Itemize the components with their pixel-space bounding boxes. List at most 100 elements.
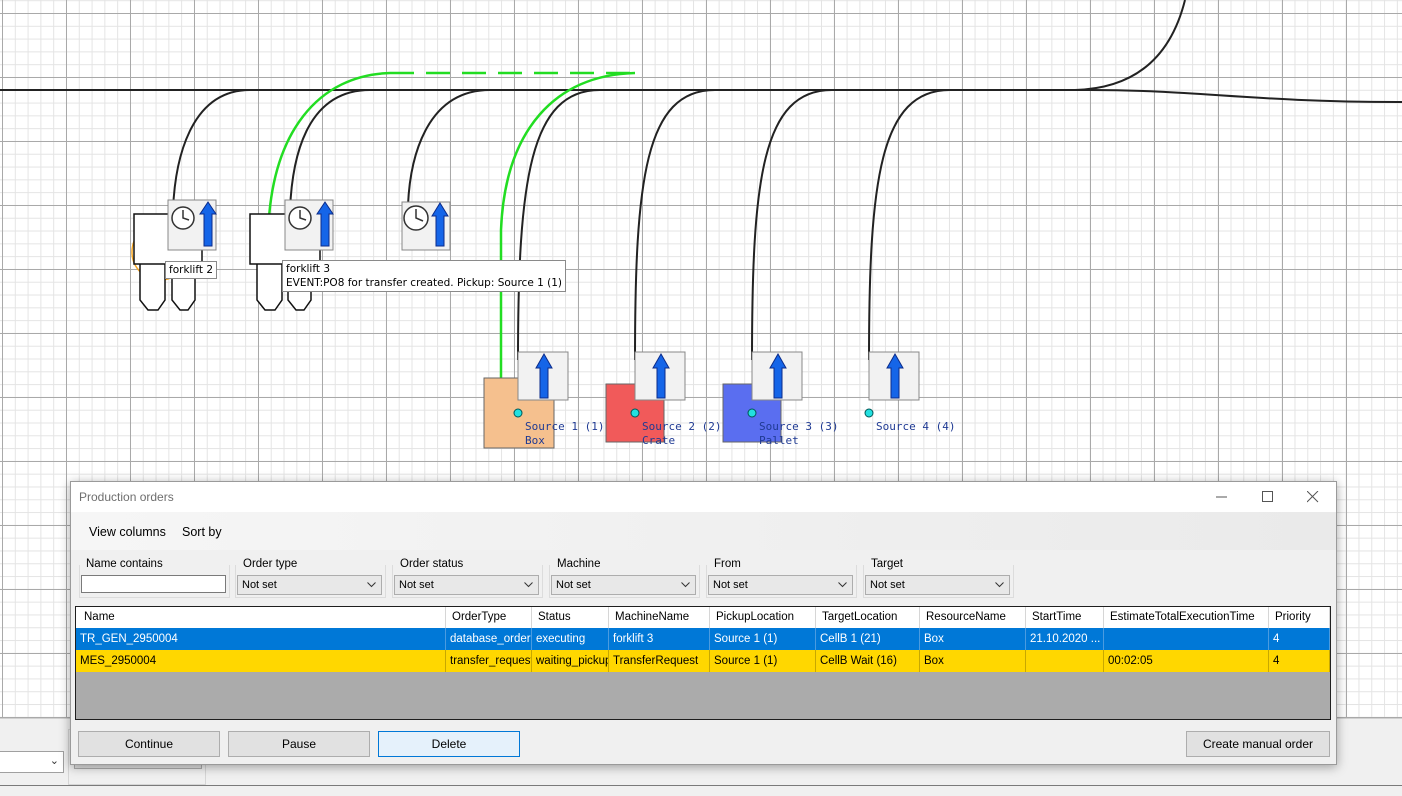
- track-branch-station: [407, 89, 515, 206]
- column-header[interactable]: EstimateTotalExecutionTime: [1104, 607, 1269, 629]
- table-cell: [1104, 628, 1269, 650]
- target-value: Not set: [870, 579, 905, 591]
- table-cell: Source 1 (1): [710, 628, 816, 650]
- table-cell: forklift 3: [609, 628, 710, 650]
- order-status-select[interactable]: Not set: [394, 575, 539, 595]
- source-1-resource: Box: [525, 434, 545, 447]
- chevron-down-icon: ⌄: [49, 755, 59, 767]
- forklift-3[interactable]: [249, 199, 334, 311]
- minimize-icon: [1216, 496, 1227, 498]
- dialog-titlebar[interactable]: Production orders: [71, 482, 1336, 512]
- track-branch-source-3: [751, 89, 868, 361]
- column-header[interactable]: Name: [76, 607, 446, 629]
- column-header[interactable]: MachineName: [609, 607, 710, 629]
- target-select[interactable]: Not set: [865, 575, 1010, 595]
- table-cell: database_order: [446, 628, 532, 650]
- table-cell: 4: [1269, 628, 1330, 650]
- forklift-2-label: forklift 2: [165, 261, 217, 279]
- column-header[interactable]: OrderType: [446, 607, 532, 629]
- close-button[interactable]: [1290, 482, 1336, 512]
- chevron-down-icon: [838, 582, 847, 588]
- table-cell: 4: [1269, 650, 1330, 672]
- chevron-down-icon: [367, 582, 376, 588]
- machine-select[interactable]: Not set: [551, 575, 696, 595]
- column-header[interactable]: Status: [532, 607, 609, 629]
- pickup-point: [864, 408, 874, 418]
- track-branch-source-4: [868, 89, 985, 361]
- maximize-button[interactable]: [1245, 482, 1291, 512]
- track-curve-north: [1074, 0, 1186, 91]
- track-branch-source-2: [634, 89, 750, 361]
- source-2[interactable]: Source 2 (2) Crate: [605, 351, 721, 447]
- menu-view-columns[interactable]: View columns: [89, 525, 166, 539]
- pause-button[interactable]: Pause: [228, 731, 370, 757]
- from-select[interactable]: Not set: [708, 575, 853, 595]
- table-cell: waiting_pickup: [532, 650, 609, 672]
- column-header[interactable]: Priority: [1269, 607, 1330, 629]
- forklift-3-tooltip: forklift 3 EVENT:PO8 for transfer create…: [282, 260, 567, 292]
- table-row[interactable]: MES_2950004 transfer_request waiting_pic…: [76, 650, 1330, 672]
- table-header: Name OrderType Status MachineName Pickup…: [76, 607, 1330, 629]
- delete-button[interactable]: Delete: [378, 731, 520, 757]
- order-type-select[interactable]: Not set: [237, 575, 382, 595]
- app-bottom-dropdown[interactable]: ⌄: [0, 751, 64, 773]
- pickup-point: [513, 408, 523, 418]
- close-icon: [1307, 491, 1319, 503]
- source-2-resource: Crate: [642, 434, 675, 447]
- order-type-value: Not set: [242, 579, 277, 591]
- forklift-3-name: forklift 3: [286, 263, 330, 275]
- table-cell: 21.10.2020 ...: [1026, 628, 1104, 650]
- dialog-title: Production orders: [79, 490, 174, 504]
- track-branch-source-1: [517, 89, 635, 361]
- table-cell: [1026, 650, 1104, 672]
- column-header[interactable]: ResourceName: [920, 607, 1026, 629]
- column-header[interactable]: PickupLocation: [710, 607, 816, 629]
- table-cell: MES_2950004: [76, 650, 446, 672]
- table-cell: CellB 1 (21): [816, 628, 920, 650]
- source-2-label: Source 2 (2): [642, 420, 721, 433]
- column-header[interactable]: StartTime: [1026, 607, 1104, 629]
- order-status-value: Not set: [399, 579, 434, 591]
- active-route-to-source: [499, 71, 636, 378]
- pickup-point: [630, 408, 640, 418]
- chevron-down-icon: [524, 582, 533, 588]
- table-cell: TR_GEN_2950004: [76, 628, 446, 650]
- app-bottom-divider: [0, 785, 1402, 786]
- filter-order-type-label: Order type: [243, 558, 298, 570]
- machine-value: Not set: [556, 579, 591, 591]
- forklift-2[interactable]: [131, 199, 217, 311]
- pickup-point: [747, 408, 757, 418]
- column-header[interactable]: TargetLocation: [816, 607, 920, 629]
- waiting-station[interactable]: [401, 201, 451, 251]
- table-row-selected[interactable]: TR_GEN_2950004 database_order executing …: [76, 628, 1330, 650]
- chevron-down-icon: [681, 582, 690, 588]
- table-cell: Box: [920, 628, 1026, 650]
- source-1-label: Source 1 (1): [525, 420, 604, 433]
- chevron-down-icon: [995, 582, 1004, 588]
- table-cell: TransferRequest: [609, 650, 710, 672]
- source-4-label: Source 4 (4): [876, 420, 955, 433]
- track-branch-forklift-2: [172, 89, 285, 211]
- filter-target-label: Target: [871, 558, 903, 570]
- table-cell: Box: [920, 650, 1026, 672]
- minimize-button[interactable]: [1199, 482, 1245, 512]
- forklift-2-name: forklift 2: [169, 264, 213, 276]
- table-cell: CellB Wait (16): [816, 650, 920, 672]
- dialog-menubar: View columns Sort by: [71, 512, 1336, 550]
- filter-from-label: From: [714, 558, 741, 570]
- orders-table[interactable]: Name OrderType Status MachineName Pickup…: [75, 606, 1331, 720]
- source-3-label: Source 3 (3): [759, 420, 838, 433]
- table-cell: executing: [532, 628, 609, 650]
- from-value: Not set: [713, 579, 748, 591]
- table-cell: 00:02:05: [1104, 650, 1269, 672]
- maximize-icon: [1262, 491, 1273, 502]
- forklift-3-event: EVENT:PO8 for transfer created. Pickup: …: [286, 277, 563, 289]
- create-manual-order-button[interactable]: Create manual order: [1186, 731, 1330, 757]
- continue-button[interactable]: Continue: [78, 731, 220, 757]
- source-4[interactable]: Source 4 (4): [864, 351, 955, 433]
- menu-sort-by[interactable]: Sort by: [182, 525, 222, 539]
- production-orders-dialog[interactable]: Production orders View columns Sort by N…: [70, 481, 1337, 765]
- name-contains-input[interactable]: [81, 575, 226, 593]
- track-branch-forklift-3: [289, 89, 395, 211]
- source-3[interactable]: Source 3 (3) Pallet: [722, 351, 838, 447]
